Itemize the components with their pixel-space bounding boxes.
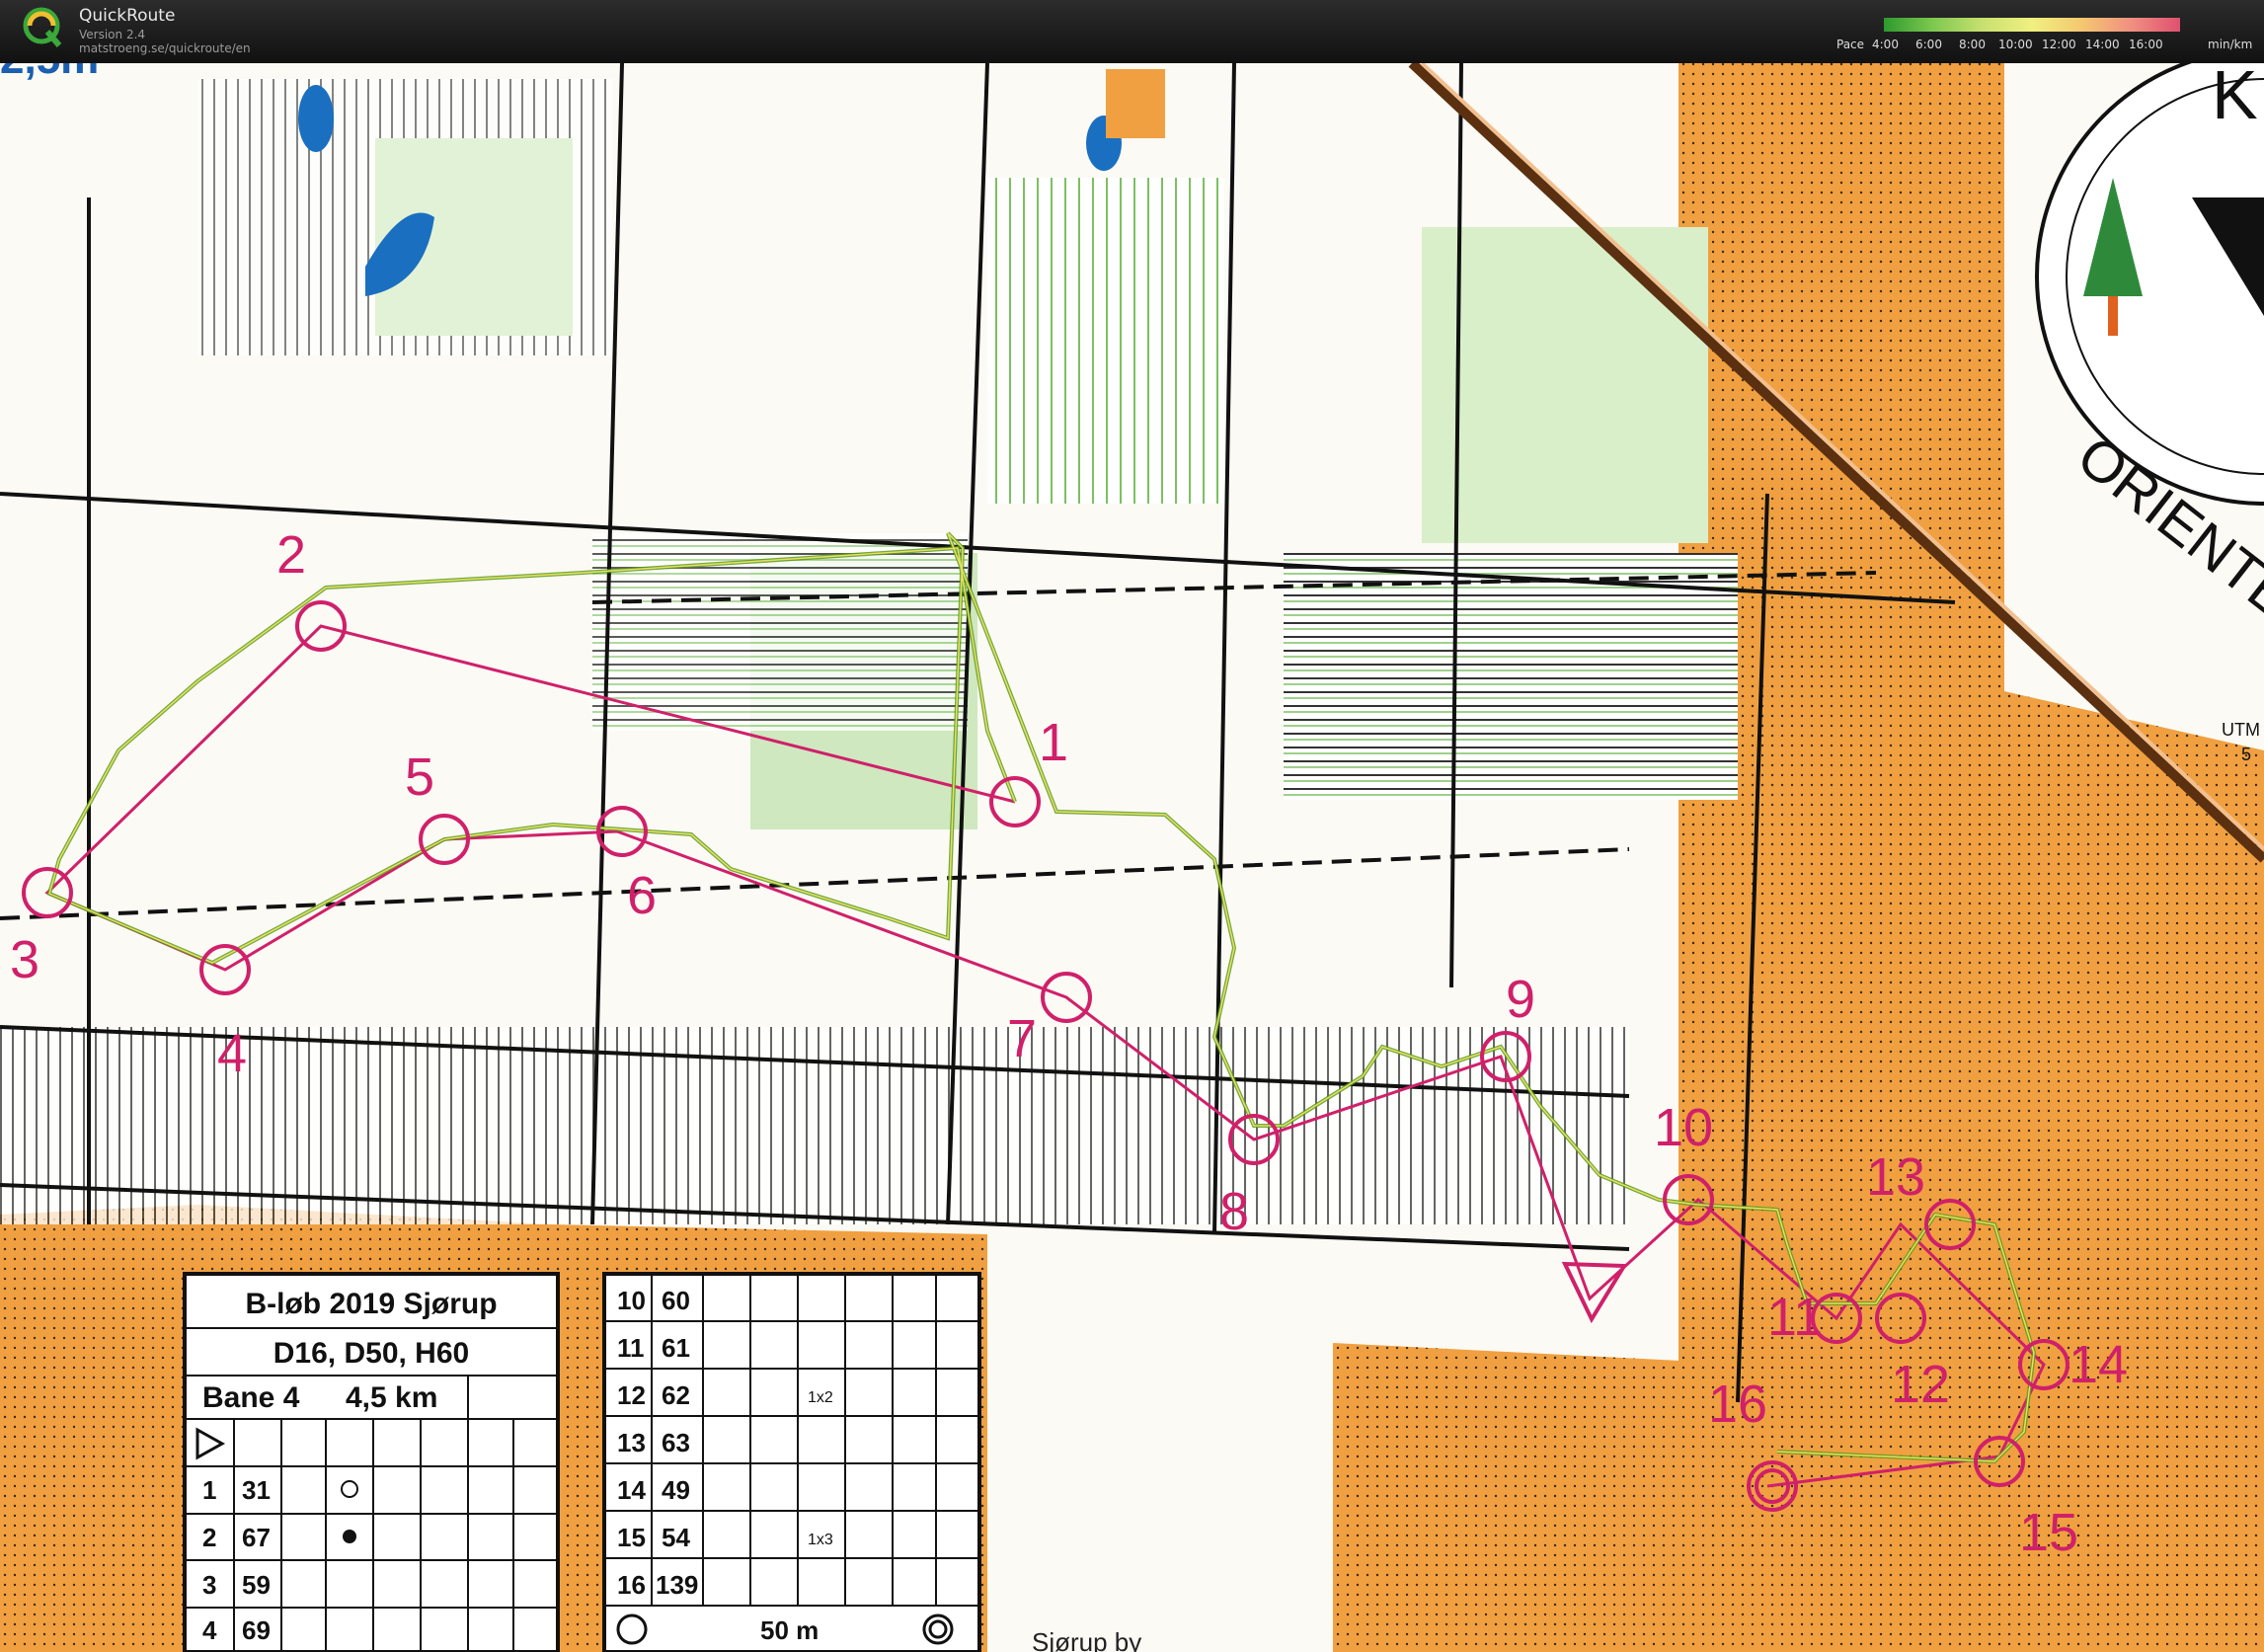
control-number: 8 xyxy=(1219,1182,1249,1241)
finish-distance: 50 m xyxy=(760,1615,819,1645)
control-number: 2 xyxy=(276,525,306,585)
pace-label: Pace xyxy=(1836,38,1865,51)
striped-area xyxy=(1284,553,1738,800)
card-row-num: 1 xyxy=(202,1475,216,1505)
card-length: 4,5 km xyxy=(346,1381,437,1414)
card-row-code: 31 xyxy=(242,1475,271,1505)
pace-tick: 12:00 xyxy=(2042,38,2076,51)
pace-tick: 4:00 xyxy=(1872,38,1899,51)
card-row-code: 63 xyxy=(662,1428,690,1457)
orienteering-map[interactable]: K ORIENTE UTM 5 2,5m Sjørup by 1 2 3 4 5 xyxy=(0,63,2264,1652)
pace-tick: 16:00 xyxy=(2129,38,2163,51)
quickroute-logo-icon xyxy=(23,7,62,47)
control-number: 10 xyxy=(1654,1098,1713,1157)
card-row-code: 67 xyxy=(242,1523,271,1552)
boulder-symbol-icon xyxy=(343,1530,356,1543)
control-number: 1 xyxy=(1039,713,1068,772)
control-number: 6 xyxy=(627,866,657,925)
control-number: 12 xyxy=(1891,1355,1950,1414)
card-row-note: 1x3 xyxy=(808,1532,833,1548)
card-row-num: 16 xyxy=(617,1570,646,1600)
control-number: 5 xyxy=(405,747,434,807)
card-row-code: 61 xyxy=(662,1333,690,1363)
green-stripes-area xyxy=(987,178,1224,504)
pace-unit: min/km xyxy=(2208,38,2253,51)
control-number: 13 xyxy=(1866,1147,1925,1207)
card-row-code: 69 xyxy=(242,1615,271,1645)
corner-text: 2,5m xyxy=(0,63,99,83)
card-row-num: 13 xyxy=(617,1428,646,1457)
card-row-code: 62 xyxy=(662,1380,690,1410)
card-row-num: 10 xyxy=(617,1286,646,1315)
town-label: Sjørup by xyxy=(1032,1627,1141,1652)
control-number: 4 xyxy=(217,1024,247,1083)
green-area xyxy=(1422,227,1708,543)
pace-tick: 10:00 xyxy=(1998,38,2033,51)
card-course: Bane 4 xyxy=(202,1381,300,1414)
pace-tick: 8:00 xyxy=(1959,38,1986,51)
card-row-note: 1x2 xyxy=(808,1389,833,1406)
utm-text: 5 xyxy=(2241,745,2251,764)
card-row-code: 60 xyxy=(662,1286,690,1315)
striped-area xyxy=(592,533,968,731)
title-bar: QuickRoute Version 2.4 matstroeng.se/qui… xyxy=(0,0,2264,63)
card-row-num: 12 xyxy=(617,1380,646,1410)
control-number: 16 xyxy=(1708,1375,1767,1434)
pace-tick: 6:00 xyxy=(1915,38,1942,51)
control-number: 3 xyxy=(10,930,39,989)
pace-tick: 14:00 xyxy=(2085,38,2120,51)
app-name: QuickRoute xyxy=(79,6,176,26)
card-row-code: 139 xyxy=(656,1570,698,1600)
open-area xyxy=(1106,69,1165,138)
control-number: 9 xyxy=(1506,970,1535,1029)
card-event: B-løb 2019 Sjørup xyxy=(245,1288,497,1320)
card-row-num: 11 xyxy=(617,1333,645,1363)
app-url: matstroeng.se/quickroute/en xyxy=(79,41,251,55)
control-number: 14 xyxy=(2069,1335,2128,1394)
utm-text: UTM xyxy=(2222,720,2260,740)
pace-color-bar xyxy=(1884,18,2180,32)
card-row-code: 54 xyxy=(662,1523,690,1552)
course-card-2: 10 60 11 61 12 62 1x2 13 63 14 49 15 54 … xyxy=(602,1272,981,1652)
open-land-south-east xyxy=(1333,1343,1718,1652)
course-card: B-løb 2019 Sjørup D16, D50, H60 Bane 4 4… xyxy=(183,1272,560,1652)
card-row-code: 49 xyxy=(662,1475,690,1505)
lake xyxy=(298,85,334,152)
card-row-num: 15 xyxy=(617,1523,646,1552)
card-row-code: 59 xyxy=(242,1570,271,1600)
card-row-num: 3 xyxy=(202,1570,216,1600)
card-row-num: 4 xyxy=(202,1615,217,1645)
club-text: K xyxy=(2212,63,2258,133)
control-number: 7 xyxy=(1007,1009,1037,1068)
app-version: Version 2.4 xyxy=(79,28,146,41)
card-row-num: 2 xyxy=(202,1523,216,1552)
control-number: 11 xyxy=(1767,1288,1823,1347)
card-classes: D16, D50, H60 xyxy=(273,1337,469,1370)
control-number: 15 xyxy=(2019,1503,2078,1562)
pace-legend: Pace 4:00 6:00 8:00 10:00 12:00 14:00 16… xyxy=(1835,14,2253,57)
card-row-num: 14 xyxy=(617,1475,646,1505)
